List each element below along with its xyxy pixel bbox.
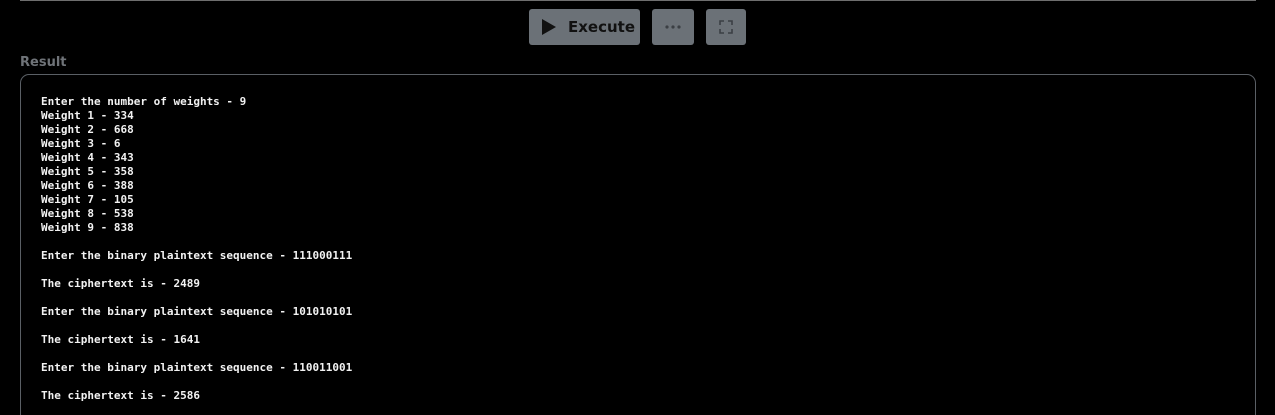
execute-label: Execute xyxy=(568,18,636,36)
output-line: The ciphertext is - 1641 xyxy=(41,333,200,346)
output-line: Weight 9 - 838 xyxy=(41,221,134,234)
fullscreen-button[interactable] xyxy=(706,9,746,45)
execute-button[interactable]: Execute xyxy=(529,9,640,45)
output-line: Weight 8 - 538 xyxy=(41,207,134,220)
result-label: Result xyxy=(20,55,67,70)
more-options-button[interactable] xyxy=(652,9,694,45)
page: Execute Result Enter the number of weigh… xyxy=(0,0,1275,415)
output-line: Enter the number of weights - 9 xyxy=(41,95,247,108)
output-line: Weight 2 - 668 xyxy=(41,123,134,136)
result-panel: Enter the number of weights - 9 Weight 1 … xyxy=(20,74,1256,415)
output-line: Weight 6 - 388 xyxy=(41,179,134,192)
play-icon xyxy=(541,18,557,36)
output-line: Weight 1 - 334 xyxy=(41,109,134,122)
result-output: Enter the number of weights - 9 Weight 1 … xyxy=(41,95,352,403)
output-line: Weight 3 - 6 xyxy=(41,137,121,150)
output-line: The ciphertext is - 2586 xyxy=(41,389,200,402)
output-line: The ciphertext is - 2489 xyxy=(41,277,200,290)
top-divider xyxy=(20,0,1256,1)
toolbar: Execute xyxy=(0,9,1275,45)
output-line: Weight 4 - 343 xyxy=(41,151,134,164)
output-line: Weight 5 - 358 xyxy=(41,165,134,178)
fullscreen-icon xyxy=(719,20,733,34)
output-line: Weight 7 - 105 xyxy=(41,193,134,206)
output-line: Enter the binary plaintext sequence - 11… xyxy=(41,249,353,262)
ellipsis-icon xyxy=(665,25,681,29)
output-line: Enter the binary plaintext sequence - 10… xyxy=(41,305,353,318)
output-line: Enter the binary plaintext sequence - 11… xyxy=(41,361,353,374)
